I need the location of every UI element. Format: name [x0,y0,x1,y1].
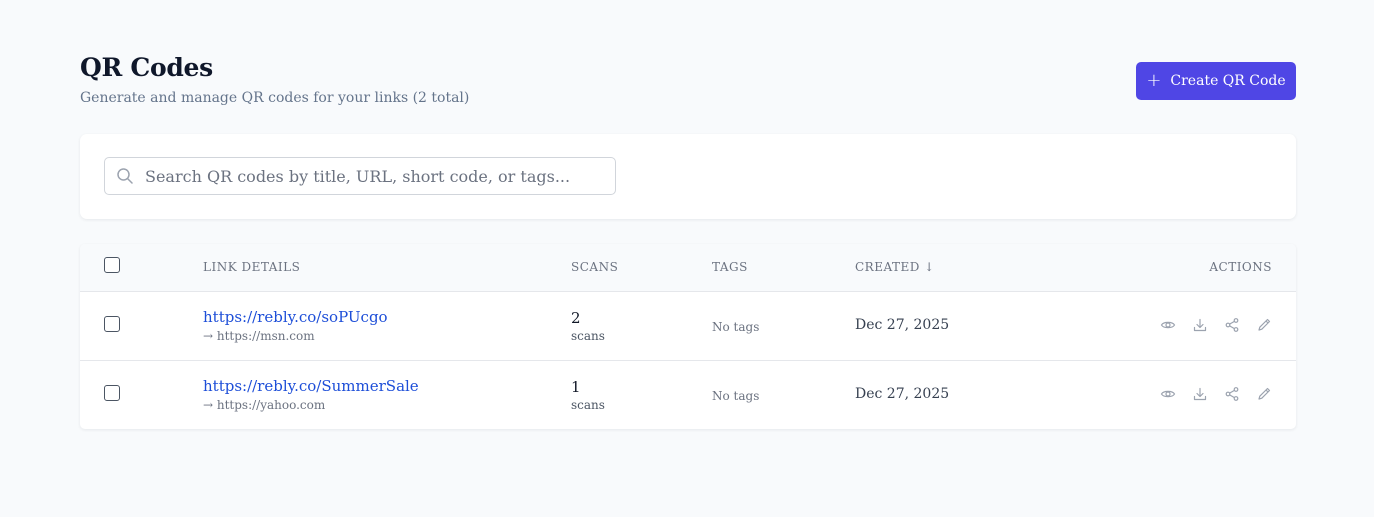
scans-unit: scans [571,329,605,343]
created-date: Dec 27, 2025 [855,386,950,402]
scans-unit: scans [571,398,605,412]
destination-url: → https://yahoo.com [203,398,326,412]
column-created-sort[interactable]: CREATED ↓ [855,260,935,274]
eye-icon[interactable] [1160,386,1176,402]
share-icon[interactable] [1224,317,1240,333]
search-box[interactable] [104,157,616,195]
row-checkbox[interactable] [104,316,120,332]
column-link-details: LINK DETAILS [203,260,301,274]
tags-value: No tags [712,320,760,334]
column-tags: TAGS [712,260,748,274]
row-checkbox[interactable] [104,385,120,401]
download-icon[interactable] [1192,317,1208,333]
eye-icon[interactable] [1160,317,1176,333]
row-actions [1160,317,1272,333]
create-qr-code-label: Create QR Code [1170,73,1286,89]
search-card [80,134,1296,219]
table-header: LINK DETAILS SCANS TAGS CREATED ↓ ACTION… [80,244,1296,292]
short-url-link[interactable]: https://rebly.co/SummerSale [203,377,419,395]
column-scans: SCANS [571,260,619,274]
table-row: https://rebly.co/SummerSale → https://ya… [80,361,1296,429]
create-qr-code-button[interactable]: + Create QR Code [1136,62,1296,100]
download-icon[interactable] [1192,386,1208,402]
short-url-link[interactable]: https://rebly.co/soPUcgo [203,308,388,326]
select-all-checkbox[interactable] [104,257,120,273]
share-icon[interactable] [1224,386,1240,402]
edit-icon[interactable] [1256,317,1272,333]
column-actions: ACTIONS [1209,260,1272,274]
plus-icon: + [1146,70,1162,91]
destination-url: → https://msn.com [203,329,315,343]
created-date: Dec 27, 2025 [855,317,950,333]
edit-icon[interactable] [1256,386,1272,402]
row-actions [1160,386,1272,402]
scans-count: 2 [571,309,581,327]
scans-count: 1 [571,378,581,396]
page-title: QR Codes [80,53,213,82]
qr-codes-table: LINK DETAILS SCANS TAGS CREATED ↓ ACTION… [80,244,1296,429]
table-row: https://rebly.co/soPUcgo → https://msn.c… [80,292,1296,361]
page-subtitle: Generate and manage QR codes for your li… [80,90,470,106]
search-input[interactable] [145,166,605,186]
qr-codes-page: QR Codes Generate and manage QR codes fo… [80,0,1296,429]
page-header: QR Codes Generate and manage QR codes fo… [80,0,1296,132]
tags-value: No tags [712,389,760,403]
search-icon [105,167,145,185]
